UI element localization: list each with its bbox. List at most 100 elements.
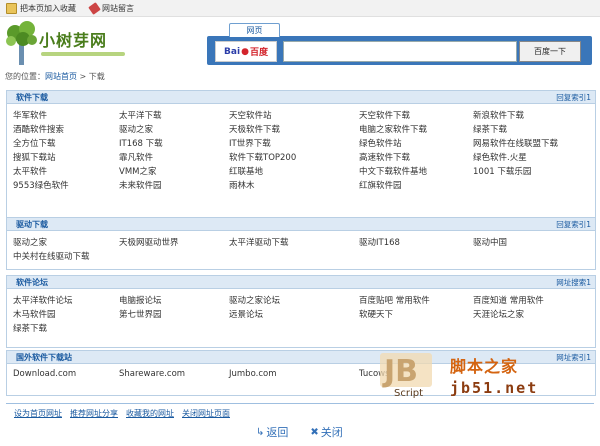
download-site-link[interactable]: 电脑报论坛 (119, 294, 162, 306)
pen-icon (88, 1, 101, 15)
download-site-link[interactable]: 天极软件下载 (229, 123, 280, 135)
download-site-link[interactable]: 网易软件在线联盟下载 (473, 137, 558, 149)
download-site-link[interactable]: 远景论坛 (229, 308, 263, 320)
tab-webpage[interactable]: 网页 (229, 23, 280, 37)
download-site-link[interactable]: 绿色软件.火星 (473, 151, 527, 163)
site-slogan-bar (41, 52, 125, 56)
download-site-link[interactable]: 太平洋驱动下载 (229, 236, 289, 248)
search-tabs: 网页 MP3 图片 视频 知道 百科 (229, 23, 525, 37)
close-x-icon: ✖ (310, 426, 319, 438)
baidu-logo: Bai ● 百度 (215, 41, 277, 62)
download-site-link[interactable]: 太平软件 (13, 165, 47, 177)
download-site-link[interactable]: 绿茶下载 (13, 322, 47, 334)
section-software-forum: 软件论坛 网址搜索1 太平洋软件论坛 电脑报论坛 驱动之家论坛 百度贴吧 常用软件 百度知道… (6, 275, 596, 348)
breadcrumb-home[interactable]: 网站首页 (45, 72, 77, 81)
section-title: 国外软件下载站 (16, 353, 72, 362)
download-site-link[interactable]: IT168 下载 (119, 137, 163, 149)
download-site-link[interactable]: 天空软件下载 (359, 109, 410, 121)
download-site-link[interactable]: 天涯论坛之家 (473, 308, 524, 320)
download-site-link[interactable]: 雨林木 (229, 179, 255, 191)
download-site-link[interactable]: 太平洋软件论坛 (13, 294, 73, 306)
download-site-link[interactable]: 驱动之家论坛 (229, 294, 280, 306)
tab-images[interactable]: 图片 (329, 23, 378, 36)
download-site-link[interactable]: VMM之家 (119, 165, 156, 177)
footer-link-home[interactable]: 设为首页网址 (14, 408, 62, 419)
breadcrumb-current: 下载 (88, 72, 105, 81)
download-site-link[interactable]: 天极网驱动世界 (119, 236, 179, 248)
download-site-link[interactable]: 驱动之家 (13, 236, 47, 248)
search-input[interactable] (283, 41, 517, 62)
add-favorite-link[interactable]: 把本页加入收藏 (6, 2, 76, 14)
footer-link-favorite[interactable]: 收藏我的网址 (126, 408, 174, 419)
tab-mp3[interactable]: MP3 (280, 23, 329, 36)
download-site-link[interactable]: 红旗软件园 (359, 179, 402, 191)
download-site-link[interactable]: 绿色软件站 (359, 137, 402, 149)
close-label: 关闭 (320, 426, 343, 439)
download-site-link[interactable]: IT世界下载 (229, 137, 271, 149)
download-site-link[interactable]: 新浪软件下载 (473, 109, 524, 121)
section-title: 驱动下载 (16, 220, 48, 229)
breadcrumb: 您的位置：网站首页 > 下载 (5, 71, 105, 83)
download-site-link[interactable]: 全方位下载 (13, 137, 56, 149)
section-driver-download: 驱动下载 回复索引1 驱动之家 天极网驱动世界 太平洋驱动下载 驱动IT168 驱动中国中关… (6, 217, 596, 270)
download-site-link[interactable]: 高速软件下载 (359, 151, 410, 163)
footer-link-share[interactable]: 推荐网址分享 (70, 408, 118, 419)
download-site-link[interactable]: 百度贴吧 常用软件 (359, 294, 430, 306)
jb51-domain: jb51.net (450, 379, 539, 397)
download-site-link[interactable]: 驱动之家 (119, 123, 153, 135)
section-count-link[interactable]: 回复索引1 (556, 219, 591, 230)
download-site-link[interactable]: 软硬天下 (359, 308, 393, 320)
top-bar: 把本页加入收藏 网站留言 (0, 0, 600, 17)
footer-link-close-page[interactable]: 关闭网址页面 (182, 408, 230, 419)
download-site-link[interactable]: Shareware.com (119, 369, 185, 379)
download-site-link[interactable]: 1001 下载乐园 (473, 165, 531, 177)
download-site-link[interactable]: 天空软件站 (229, 109, 272, 121)
jb51-logo-letters: JB (382, 354, 418, 389)
download-site-link[interactable]: 9553绿色软件 (13, 179, 69, 191)
footer-links: 设为首页网址 推荐网址分享 收藏我的网址 关闭网址页面 (14, 408, 230, 419)
section-header: 软件论坛 网址搜索1 (7, 276, 595, 289)
back-label: 返回 (266, 426, 289, 439)
download-site-link[interactable]: 百度知道 常用软件 (473, 294, 544, 306)
back-button[interactable]: ↳ 返回 (256, 424, 288, 440)
download-site-link[interactable]: 太平洋下载 (119, 109, 162, 121)
download-site-link[interactable]: 红联基地 (229, 165, 263, 177)
section-header: 软件下载 回复索引1 (7, 91, 595, 104)
add-favorite-label: 把本页加入收藏 (20, 3, 76, 13)
download-site-link[interactable]: 华军软件 (13, 109, 47, 121)
baidu-logo-du: 百度 (249, 48, 268, 58)
section-count-link[interactable]: 回复索引1 (556, 92, 591, 103)
search-bar: Bai ● 百度 百度一下 (207, 36, 592, 65)
jb51-name-cn: 脚本之家 (450, 357, 519, 376)
back-arrow-icon: ↳ (256, 426, 265, 438)
breadcrumb-prefix: 您的位置： (5, 72, 45, 81)
tab-zhidao[interactable]: 知道 (427, 23, 476, 36)
guestbook-label: 网站留言 (102, 3, 134, 13)
download-site-link[interactable]: 中文下载软件基地 (359, 165, 427, 177)
download-site-link[interactable]: 第七世界园 (119, 308, 162, 320)
section-title: 软件下载 (16, 93, 48, 102)
download-site-link[interactable]: 酒酷软件搜索 (13, 123, 64, 135)
download-site-link[interactable]: 搜狐下载站 (13, 151, 56, 163)
download-site-link[interactable]: 中关村在线驱动下载 (13, 250, 90, 262)
download-site-link[interactable]: Download.com (13, 369, 76, 379)
breadcrumb-sep: > (77, 72, 89, 81)
download-site-link[interactable]: Jumbo.com (229, 369, 276, 379)
search-button[interactable]: 百度一下 (519, 41, 581, 62)
site-logo[interactable]: 小树芽网 (5, 19, 205, 67)
tab-video[interactable]: 视频 (378, 23, 427, 36)
close-button[interactable]: ✖ 关闭 (310, 424, 342, 440)
guestbook-link[interactable]: 网站留言 (88, 1, 134, 15)
tab-baike[interactable]: 百科 (476, 23, 525, 36)
download-site-link[interactable]: 绿茶下载 (473, 123, 507, 135)
download-site-link[interactable]: 霏凡软件 (119, 151, 153, 163)
download-site-link[interactable]: 木马软件园 (13, 308, 56, 320)
download-site-link[interactable]: 驱动IT168 (359, 236, 400, 248)
download-site-link[interactable]: 未来软件园 (119, 179, 162, 191)
section-header: 驱动下载 回复索引1 (7, 218, 595, 231)
download-site-link[interactable]: 电脑之家软件下载 (359, 123, 427, 135)
page-nav-buttons: ↳ 返回 ✖ 关闭 (256, 424, 343, 440)
section-count-link[interactable]: 网址搜索1 (556, 277, 591, 288)
download-site-link[interactable]: 驱动中国 (473, 236, 507, 248)
download-site-link[interactable]: 软件下载TOP200 (229, 151, 296, 163)
